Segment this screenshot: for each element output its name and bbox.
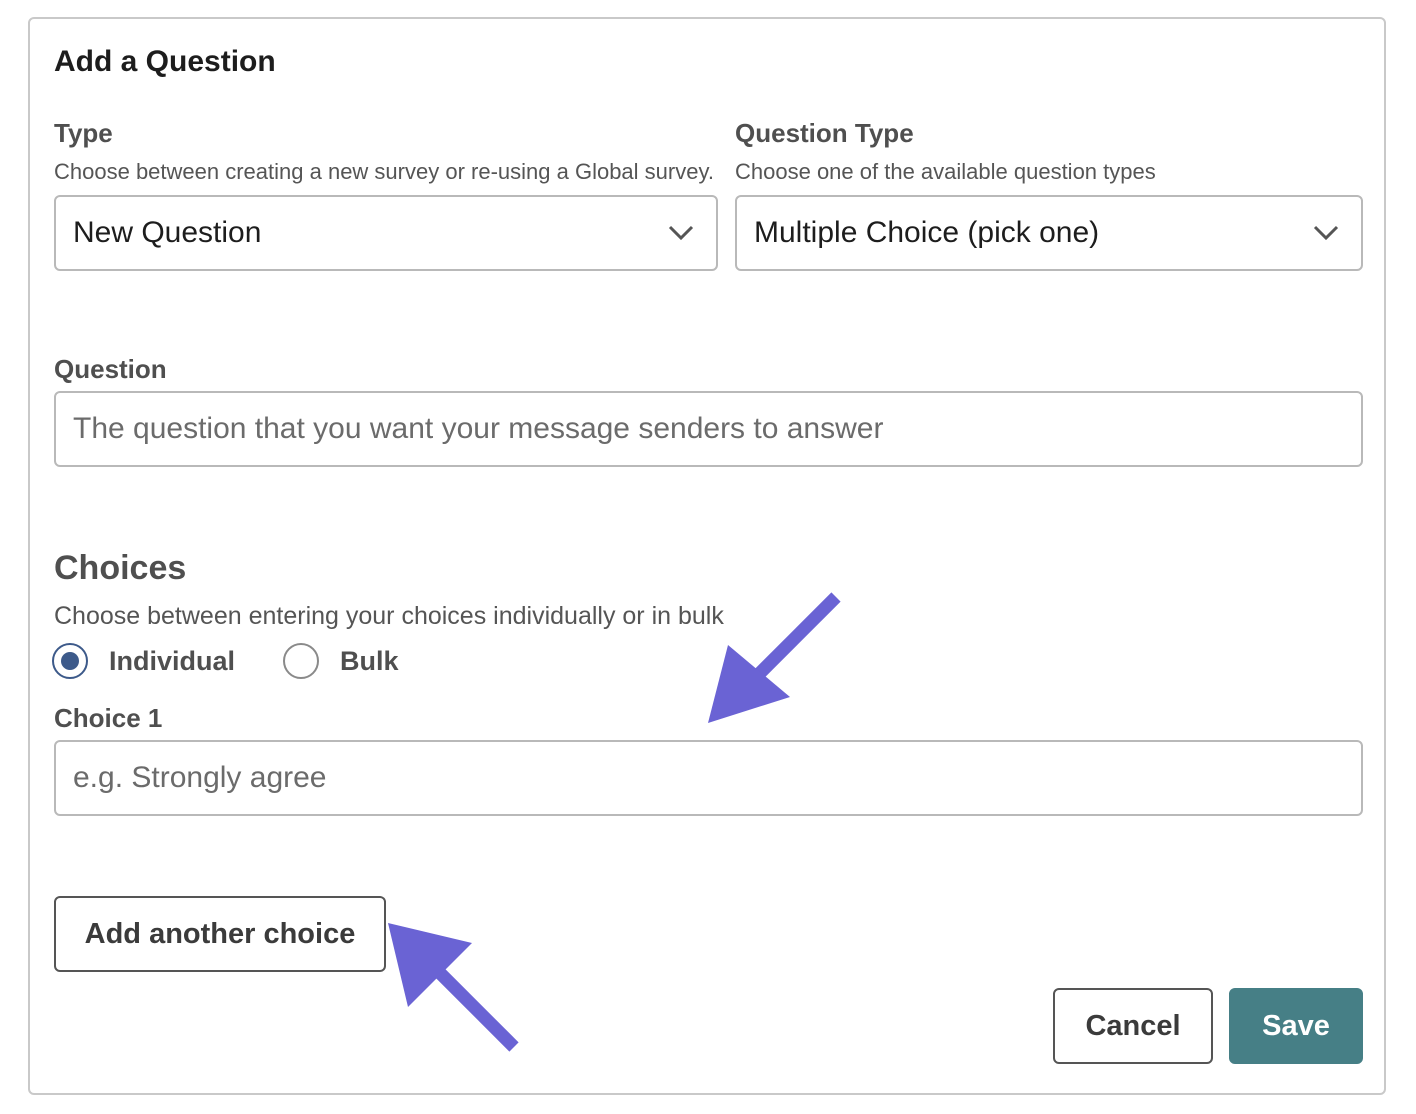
save-button[interactable]: Save	[1229, 988, 1363, 1064]
type-label: Type	[54, 118, 113, 148]
choices-title: Choices	[54, 549, 187, 587]
type-select[interactable]: New Question	[54, 195, 718, 271]
choice-1-input[interactable]	[54, 740, 1363, 816]
type-helper: Choose between creating a new survey or …	[54, 159, 714, 184]
choice-1-label: Choice 1	[54, 703, 163, 733]
question-type-helper: Choose one of the available question typ…	[735, 159, 1156, 184]
question-label: Question	[54, 354, 167, 384]
chevron-down-icon	[1313, 225, 1339, 241]
individual-radio-label[interactable]: Individual	[109, 646, 235, 677]
question-type-label: Question Type	[735, 118, 914, 148]
question-input[interactable]	[54, 391, 1363, 467]
add-another-choice-button[interactable]: Add another choice	[54, 896, 386, 972]
cancel-button[interactable]: Cancel	[1053, 988, 1213, 1064]
chevron-down-icon	[668, 225, 694, 241]
question-type-select[interactable]: Multiple Choice (pick one)	[735, 195, 1363, 271]
type-select-value: New Question	[73, 216, 262, 249]
question-type-select-value: Multiple Choice (pick one)	[754, 216, 1100, 249]
choices-helper: Choose between entering your choices ind…	[54, 602, 724, 630]
panel-title: Add a Question	[54, 45, 276, 78]
add-question-panel: Add a Question Type Choose between creat…	[28, 17, 1386, 1095]
bulk-radio[interactable]	[283, 643, 319, 679]
individual-radio[interactable]	[52, 643, 88, 679]
bulk-radio-label[interactable]: Bulk	[340, 646, 399, 677]
